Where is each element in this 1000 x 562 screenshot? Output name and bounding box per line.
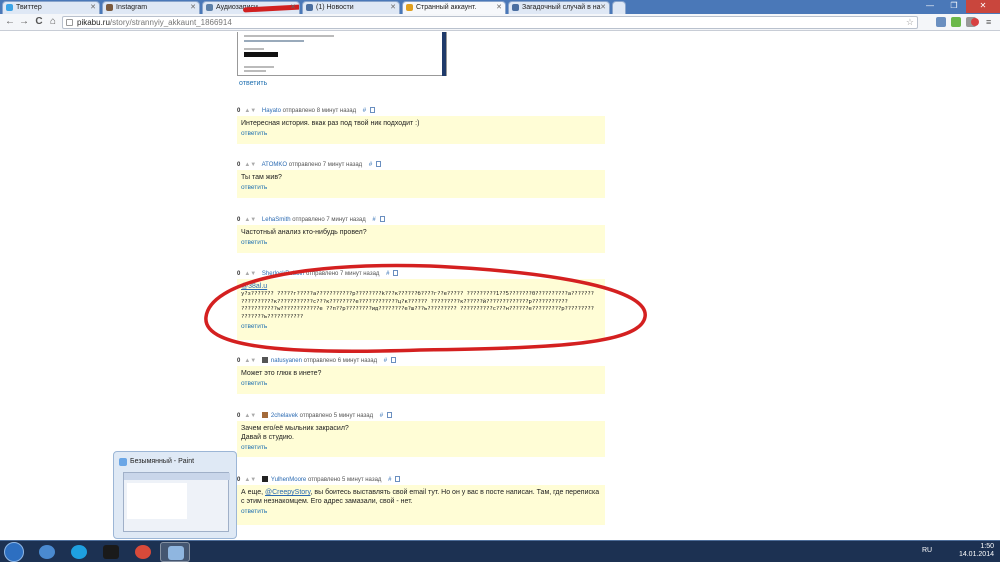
close-tab-icon[interactable]: ✕ [390, 2, 396, 13]
url-host: pikabu.ru [77, 18, 110, 27]
extension-icon[interactable] [936, 17, 946, 27]
system-tray: RU 1:50 14.01.2014 [920, 541, 1000, 562]
minimize-button[interactable]: — [918, 0, 942, 13]
tab-news[interactable]: (1) Новости ✕ [302, 1, 400, 14]
red-circle-stroke [204, 263, 647, 354]
taskbar-app-steam[interactable] [96, 542, 126, 562]
address-bar[interactable]: pikabu.ru/story/strannyiy_akkaunt_186691… [62, 16, 918, 29]
close-tab-icon[interactable]: ✕ [90, 2, 96, 13]
close-tab-icon[interactable]: ✕ [600, 2, 606, 13]
steam-icon [103, 545, 119, 559]
vk-icon [512, 4, 519, 11]
menu-icon[interactable]: ≡ [986, 17, 996, 27]
taskbar-app-skype[interactable] [64, 542, 94, 562]
forward-button[interactable]: → [18, 16, 30, 28]
tab-twitter[interactable]: Твиттер ✕ [2, 1, 100, 14]
pikabu-icon [406, 4, 413, 11]
tab-strip: Твиттер ✕ Instagram ✕ Аудиозаписи ✕ (1) … [0, 0, 1000, 14]
browser-toolbar: ← → C ⌂ pikabu.ru/story/strannyiy_akkaun… [0, 14, 1000, 31]
paint-window-preview [123, 472, 230, 532]
vk-icon [206, 4, 213, 11]
start-button[interactable] [4, 542, 24, 562]
tab-label: (1) Новости [316, 4, 354, 11]
tab-strange-account[interactable]: Странный аккаунт. ✕ [402, 1, 506, 14]
taskbar: RU 1:50 14.01.2014 [0, 540, 1000, 562]
paint-window-title: Безымянный - Paint [130, 458, 195, 465]
reload-button[interactable]: C [33, 16, 45, 28]
taskbar-app-internet-explorer[interactable] [32, 542, 62, 562]
language-indicator[interactable]: RU [922, 547, 932, 554]
vk-icon [306, 4, 313, 11]
close-tab-icon[interactable]: ✕ [496, 2, 502, 13]
paint-icon [119, 458, 127, 466]
instagram-icon [106, 4, 113, 11]
paint-ribbon [124, 473, 230, 480]
clock-date: 14.01.2014 [958, 551, 994, 558]
tab-label: Instagram [116, 4, 148, 11]
clock-time: 1:50 [980, 543, 994, 550]
window-controls: — ❐ ✕ [918, 0, 1000, 13]
tab-audio[interactable]: Аудиозаписи ✕ [202, 1, 300, 14]
tab-label: Загадочный случай в на [522, 4, 601, 11]
paint-canvas [127, 483, 187, 519]
url-path: /story/strannyiy_akkaunt_1866914 [109, 18, 232, 27]
back-button[interactable]: ← [4, 16, 16, 28]
close-tab-icon[interactable]: ✕ [190, 2, 196, 13]
bookmark-star-icon[interactable]: ☆ [906, 17, 914, 28]
page-content: ответить 0 ▲▼ Hayato отправлено 8 минут н… [0, 32, 1000, 540]
ie-icon [39, 545, 55, 559]
tab-label: Странный аккаунт. [416, 4, 477, 11]
close-window-button[interactable]: ✕ [966, 0, 1000, 13]
paint-thumbnail-preview[interactable]: Безымянный - Paint [113, 451, 237, 539]
notification-icon[interactable] [971, 18, 979, 26]
tab-label: Твиттер [16, 4, 42, 11]
clock[interactable]: 1:50 14.01.2014 [959, 543, 994, 559]
close-tab-icon[interactable]: ✕ [290, 2, 296, 13]
url-text: pikabu.ru/story/strannyiy_akkaunt_186691… [77, 18, 232, 27]
maximize-button[interactable]: ❐ [942, 0, 966, 13]
taskbar-app-paint[interactable] [160, 542, 190, 562]
taskbar-app-chrome[interactable] [128, 542, 158, 562]
tab-mysterious-case[interactable]: Загадочный случай в на ✕ [508, 1, 610, 14]
paint-icon [168, 546, 184, 560]
extension-icon[interactable] [951, 17, 961, 27]
tab-instagram[interactable]: Instagram ✕ [102, 1, 200, 14]
skype-icon [71, 545, 87, 559]
new-tab-button[interactable] [612, 1, 626, 14]
home-button[interactable]: ⌂ [47, 16, 59, 28]
page-icon [66, 19, 73, 26]
twitter-icon [6, 4, 13, 11]
chrome-icon [135, 545, 151, 559]
